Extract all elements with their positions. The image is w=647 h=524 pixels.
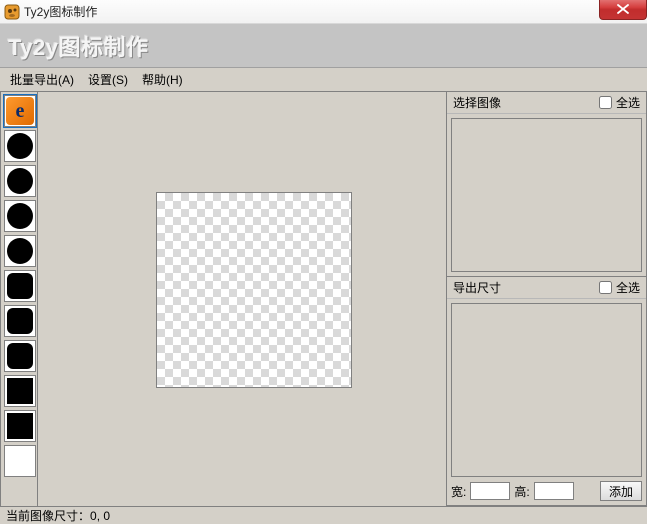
canvas-checkerboard[interactable]	[156, 192, 352, 388]
circle-shape-icon	[7, 238, 33, 264]
circle-shape-icon	[7, 168, 33, 194]
window-title: Ty2y图标制作	[24, 3, 97, 20]
status-bar: 当前图像尺寸： 0, 0	[0, 506, 647, 524]
square-shape-icon	[7, 413, 33, 439]
select-image-header: 选择图像 全选	[447, 92, 646, 114]
shape-thumb-circle-4[interactable]	[4, 235, 36, 267]
right-panel-column: 选择图像 全选 导出尺寸 全选 宽: 高:	[447, 92, 647, 506]
circle-shape-icon	[7, 203, 33, 229]
circle-shape-icon	[7, 133, 33, 159]
menu-batch-export[interactable]: 批量导出(A)	[10, 71, 74, 88]
select-image-select-all[interactable]: 全选	[599, 94, 640, 111]
menu-settings[interactable]: 设置(S)	[88, 71, 128, 88]
select-all-label: 全选	[616, 94, 640, 111]
export-size-label: 导出尺寸	[453, 279, 501, 296]
menu-help[interactable]: 帮助(H)	[142, 71, 183, 88]
export-size-select-all-checkbox[interactable]	[599, 281, 612, 294]
export-size-select-all[interactable]: 全选	[599, 279, 640, 296]
shape-thumb-circle-1[interactable]	[4, 130, 36, 162]
export-size-list[interactable]	[451, 303, 642, 477]
shape-thumb-e-icon[interactable]: e	[4, 95, 36, 127]
rsquare-shape-icon	[7, 308, 33, 334]
app-icon	[4, 4, 20, 20]
title-bar: Ty2y图标制作	[0, 0, 647, 24]
shape-thumb-rsquare-7[interactable]	[4, 340, 36, 372]
height-input[interactable]	[534, 482, 574, 500]
shape-thumbnail-strip: e	[0, 92, 38, 506]
height-label: 高:	[514, 483, 529, 500]
select-image-label: 选择图像	[453, 94, 501, 111]
select-all-label: 全选	[616, 279, 640, 296]
select-image-list[interactable]	[451, 118, 642, 272]
shape-thumb-circle-3[interactable]	[4, 200, 36, 232]
main-area: e 选择图像 全选 导出尺寸 全选	[0, 92, 647, 506]
export-size-footer: 宽: 高: 添加	[447, 481, 646, 505]
app-banner: Ty2y图标制作	[0, 24, 647, 68]
canvas-area	[38, 92, 447, 506]
status-prefix: 当前图像尺寸：	[6, 507, 90, 524]
shape-thumb-empty-10[interactable]	[4, 445, 36, 477]
status-value: 0, 0	[90, 509, 110, 523]
square-shape-icon	[7, 378, 33, 404]
rsquare-shape-icon	[7, 273, 33, 299]
menu-bar: 批量导出(A) 设置(S) 帮助(H)	[0, 68, 647, 92]
shape-thumb-rsquare-5[interactable]	[4, 270, 36, 302]
close-button[interactable]	[599, 0, 647, 20]
export-size-header: 导出尺寸 全选	[447, 277, 646, 299]
width-input[interactable]	[470, 482, 510, 500]
shape-thumb-circle-2[interactable]	[4, 165, 36, 197]
rsquare-shape-icon	[7, 343, 33, 369]
shape-thumb-square-8[interactable]	[4, 375, 36, 407]
banner-title: Ty2y图标制作	[8, 30, 149, 62]
export-size-panel: 导出尺寸 全选 宽: 高: 添加	[447, 277, 646, 506]
e-icon: e	[6, 97, 34, 125]
select-image-panel: 选择图像 全选	[447, 92, 646, 277]
add-size-button[interactable]: 添加	[600, 481, 642, 501]
select-image-select-all-checkbox[interactable]	[599, 96, 612, 109]
width-label: 宽:	[451, 483, 466, 500]
shape-thumb-rsquare-6[interactable]	[4, 305, 36, 337]
shape-thumb-square-9[interactable]	[4, 410, 36, 442]
